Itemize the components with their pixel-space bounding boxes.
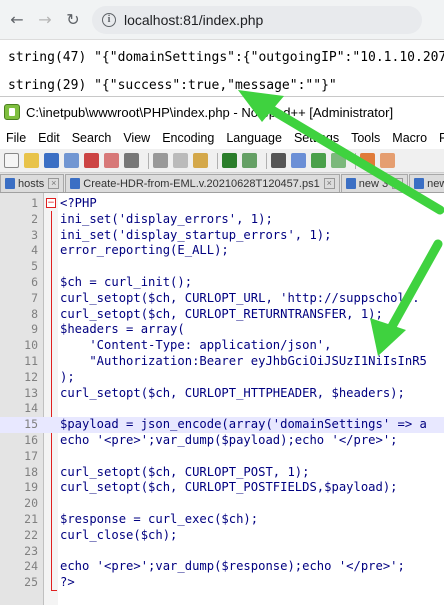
close-icon[interactable]: × bbox=[48, 178, 60, 189]
output-line-1: string(47) "{"domainSettings":{"outgoing… bbox=[8, 50, 444, 65]
code-line[interactable]: 19 curl_setopt($ch, CURLOPT_POSTFIELDS,$p… bbox=[0, 480, 444, 496]
zoom-in-icon[interactable] bbox=[311, 153, 326, 168]
url-text: localhost:81/index.php bbox=[124, 11, 264, 28]
menu-edit[interactable]: Edit bbox=[32, 131, 66, 145]
forward-icon[interactable]: → bbox=[34, 9, 56, 31]
code-line[interactable]: 6 $ch = curl_init(); bbox=[0, 275, 444, 291]
sync-scroll-icon[interactable] bbox=[360, 153, 375, 168]
close-icon[interactable]: × bbox=[323, 178, 335, 189]
code-line[interactable]: 20 bbox=[0, 496, 444, 512]
code-line-current[interactable]: 15 $payload = json_encode(array('domainSe… bbox=[0, 417, 444, 433]
toolbar bbox=[0, 149, 444, 173]
menu-view[interactable]: View bbox=[117, 131, 156, 145]
code-line[interactable]: 10 'Content-Type: application/json', bbox=[0, 338, 444, 354]
new-file-icon[interactable] bbox=[4, 153, 19, 168]
file-icon bbox=[5, 178, 15, 189]
menu-tools[interactable]: Tools bbox=[345, 131, 386, 145]
tab-create-hdr[interactable]: Create-HDR-from-EML.v.20210628T120457.ps… bbox=[65, 174, 340, 192]
menu-file[interactable]: File bbox=[0, 131, 32, 145]
copy-icon[interactable] bbox=[173, 153, 188, 168]
code-line[interactable]: 17 bbox=[0, 449, 444, 465]
code-line[interactable]: 13 curl_setopt($ch, CURLOPT_HTTPHEADER, $… bbox=[0, 386, 444, 402]
reload-icon[interactable]: ↻ bbox=[62, 9, 84, 31]
browser-toolbar: ← → ↻ i localhost:81/index.php bbox=[0, 0, 444, 40]
window-title: C:\inetpub\wwwroot\PHP\index.php - Notep… bbox=[26, 104, 394, 120]
code-line[interactable]: 5 bbox=[0, 259, 444, 275]
save-all-icon[interactable] bbox=[64, 153, 79, 168]
code-line[interactable]: 18 curl_setopt($ch, CURLOPT_POST, 1); bbox=[0, 465, 444, 481]
code-line[interactable]: 14 bbox=[0, 401, 444, 417]
notepad-app-icon bbox=[4, 104, 20, 120]
menu-macro[interactable]: Macro bbox=[386, 131, 433, 145]
code-line[interactable]: 2 ini_set('display_errors', 1); bbox=[0, 212, 444, 228]
zoom-out-icon[interactable] bbox=[331, 153, 346, 168]
toolbar-separator bbox=[217, 152, 218, 169]
code-line[interactable]: 23 bbox=[0, 544, 444, 560]
code-line[interactable]: 8 curl_setopt($ch, CURLOPT_RETURNTRANSFER… bbox=[0, 307, 444, 323]
back-icon[interactable]: ← bbox=[6, 9, 28, 31]
print-icon[interactable] bbox=[124, 153, 139, 168]
code-line[interactable]: 4 error_reporting(E_ALL); bbox=[0, 243, 444, 259]
toolbar-separator bbox=[355, 152, 356, 169]
code-line[interactable]: 12); bbox=[0, 370, 444, 386]
file-icon bbox=[70, 178, 81, 189]
code-line[interactable]: 1 <?PHP bbox=[0, 196, 444, 212]
code-line[interactable]: 7 curl_setopt($ch, CURLOPT_URL, 'http://s… bbox=[0, 291, 444, 307]
tab-bar: hosts × Create-HDR-from-EML.v.20210628T1… bbox=[0, 173, 444, 193]
save-icon[interactable] bbox=[44, 153, 59, 168]
code-line[interactable]: 24 echo '<pre>';var_dump($response);echo … bbox=[0, 559, 444, 575]
code-line[interactable]: 16 echo '<pre>';var_dump($payload);echo '… bbox=[0, 433, 444, 449]
menu-search[interactable]: Search bbox=[66, 131, 118, 145]
menu-run[interactable]: Run bbox=[433, 131, 444, 145]
file-icon bbox=[414, 178, 425, 189]
toolbar-separator bbox=[148, 152, 149, 169]
output-line-2: string(29) "{"success":true,"message":""… bbox=[8, 78, 337, 93]
tab-label: hosts bbox=[18, 177, 45, 190]
cut-icon[interactable] bbox=[153, 153, 168, 168]
close-file-icon[interactable] bbox=[84, 153, 99, 168]
find-icon[interactable] bbox=[271, 153, 286, 168]
tab-new-3[interactable]: new 3 × bbox=[340, 174, 409, 192]
menu-language[interactable]: Language bbox=[220, 131, 288, 145]
word-wrap-icon[interactable] bbox=[380, 153, 395, 168]
tab-new-2[interactable]: new 2 × bbox=[409, 174, 444, 192]
info-icon[interactable]: i bbox=[102, 12, 116, 27]
code-line[interactable]: 3 ini_set('display_startup_errors', 1); bbox=[0, 228, 444, 244]
replace-icon[interactable] bbox=[291, 153, 306, 168]
code-line[interactable]: 21 $response = curl_exec($ch); bbox=[0, 512, 444, 528]
code-line[interactable]: 9 $headers = array( bbox=[0, 322, 444, 338]
address-bar[interactable]: i localhost:81/index.php bbox=[92, 5, 422, 34]
close-icon[interactable]: × bbox=[392, 178, 404, 189]
toolbar-separator bbox=[266, 152, 267, 169]
window-titlebar: C:\inetpub\wwwroot\PHP\index.php - Notep… bbox=[0, 97, 444, 127]
tab-label: new 3 bbox=[358, 177, 389, 190]
tab-hosts[interactable]: hosts × bbox=[0, 174, 65, 192]
code-line[interactable]: 11 "Authorization:Bearer eyJhbGciOiJSUzI… bbox=[0, 354, 444, 370]
menu-bar: File Edit Search View Encoding Language … bbox=[0, 127, 444, 149]
notepad-window: C:\inetpub\wwwroot\PHP\index.php - Notep… bbox=[0, 96, 444, 605]
tab-label: new 2 bbox=[427, 177, 444, 190]
redo-icon[interactable] bbox=[242, 153, 257, 168]
code-line[interactable]: 25 ?> bbox=[0, 575, 444, 591]
paste-icon[interactable] bbox=[193, 153, 208, 168]
open-folder-icon[interactable] bbox=[24, 153, 39, 168]
code-editor[interactable]: − 1 <?PHP 2 ini_set('display_errors', 1); … bbox=[0, 193, 444, 605]
tab-label: Create-HDR-from-EML.v.20210628T120457.ps… bbox=[83, 177, 320, 190]
close-all-icon[interactable] bbox=[104, 153, 119, 168]
file-icon bbox=[345, 178, 356, 189]
menu-settings[interactable]: Settings bbox=[288, 131, 345, 145]
code-line[interactable]: 22 curl_close($ch); bbox=[0, 528, 444, 544]
menu-encoding[interactable]: Encoding bbox=[156, 131, 220, 145]
page-output: string(47) "{"domainSettings":{"outgoing… bbox=[0, 40, 444, 96]
undo-icon[interactable] bbox=[222, 153, 237, 168]
